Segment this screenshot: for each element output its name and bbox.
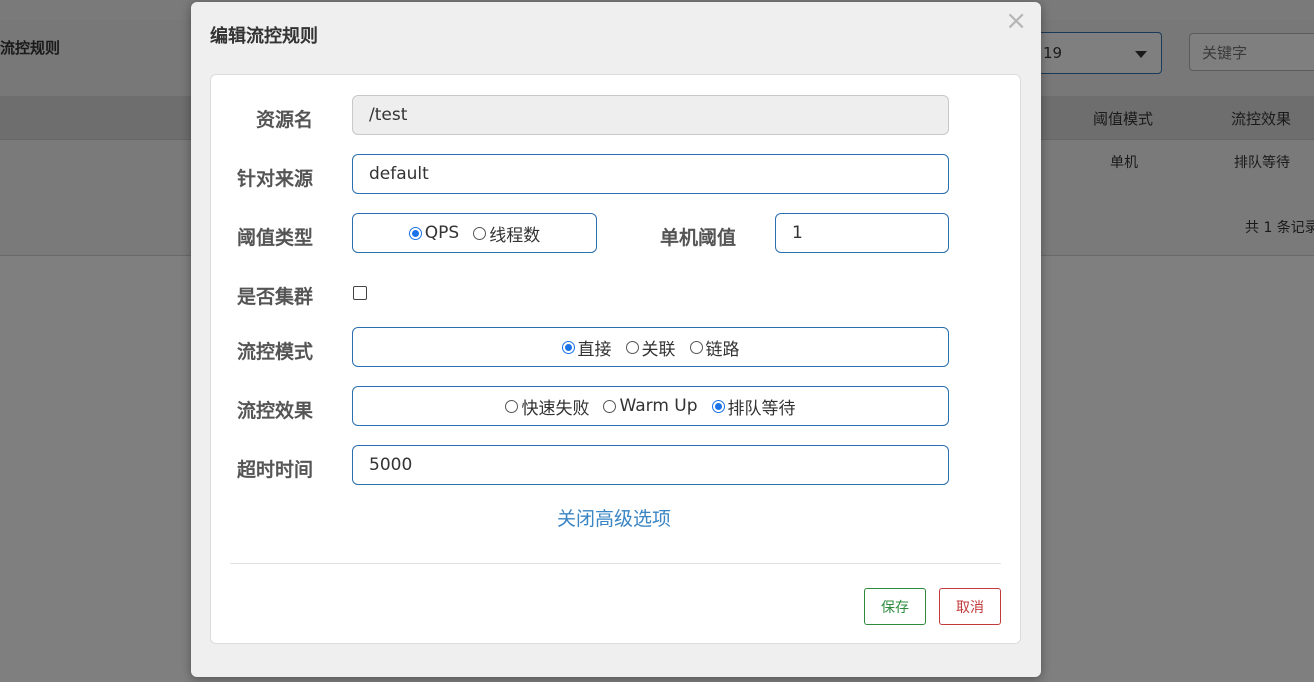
close-icon[interactable]: ×	[1005, 8, 1027, 34]
bg-app-select-value: 19	[1043, 44, 1063, 62]
radio-queue-wait-circle[interactable]	[711, 399, 725, 413]
radio-warm-up-circle[interactable]	[603, 399, 617, 413]
caret-down-icon	[1135, 51, 1147, 58]
cluster-checkbox[interactable]	[353, 286, 367, 300]
radio-thread-count-label: 线程数	[489, 225, 541, 246]
resource-label: 资源名	[256, 109, 314, 131]
dialog-title: 编辑流控规则	[210, 26, 318, 47]
bg-search-input[interactable]: 关键字	[1189, 33, 1314, 71]
radio-thread-count[interactable]: 线程数	[473, 221, 540, 246]
cancel-button[interactable]: 取消	[939, 588, 1001, 625]
radio-fast-fail[interactable]: 快速失败	[505, 394, 589, 419]
radio-queue-wait[interactable]: 排队等待	[711, 394, 796, 419]
radio-direct-circle[interactable]	[561, 340, 575, 354]
single-threshold-field[interactable]	[775, 213, 949, 253]
cluster-label: 是否集群	[237, 286, 314, 308]
bg-col-threshold-mode: 阈值模式	[1093, 110, 1154, 128]
radio-qps[interactable]: QPS	[408, 223, 460, 243]
radio-warm-up-label: Warm Up	[619, 396, 698, 416]
radio-chain[interactable]: 链路	[689, 335, 740, 360]
form-panel: 资源名 针对来源 阈值类型 QPS 线程数 单机阈值	[210, 74, 1021, 644]
radio-fast-fail-label: 快速失败	[521, 398, 590, 419]
bg-total-count: 共 1 条记录	[1245, 220, 1314, 236]
effect-label: 流控效果	[237, 400, 314, 422]
single-threshold-label: 单机阈值	[660, 227, 737, 249]
radio-qps-circle[interactable]	[408, 226, 422, 240]
radio-related[interactable]: 关联	[625, 335, 676, 360]
radio-related-label: 关联	[641, 339, 676, 360]
edit-flow-rule-dialog: 编辑流控规则 × 资源名 针对来源 阈值类型 QPS 线程数	[191, 2, 1041, 677]
radio-related-circle[interactable]	[625, 340, 639, 354]
radio-queue-wait-label: 排队等待	[727, 398, 796, 419]
bg-search-placeholder: 关键字	[1202, 44, 1248, 62]
source-label: 针对来源	[237, 168, 314, 190]
bg-app-select[interactable]: 19	[1030, 32, 1162, 74]
bg-cell-threshold-mode: 单机	[1110, 155, 1138, 171]
resource-field	[352, 95, 949, 135]
radio-warm-up[interactable]: Warm Up	[603, 396, 698, 416]
radio-thread-count-circle[interactable]	[473, 226, 487, 240]
threshold-type-group: QPS 线程数	[352, 213, 597, 253]
save-button[interactable]: 保存	[864, 588, 926, 625]
source-field[interactable]	[352, 154, 949, 194]
source-input[interactable]	[353, 155, 948, 193]
threshold-type-label: 阈值类型	[237, 227, 314, 249]
bg-cell-flow-effect: 排队等待	[1234, 155, 1290, 171]
radio-direct[interactable]: 直接	[561, 335, 612, 360]
radio-direct-label: 直接	[577, 339, 612, 360]
timeout-label: 超时时间	[237, 459, 314, 481]
radio-chain-label: 链路	[705, 339, 740, 360]
mode-group: 直接 关联 链路	[352, 327, 949, 367]
toggle-advanced-link[interactable]: 关闭高级选项	[557, 504, 671, 531]
mode-label: 流控模式	[237, 341, 314, 363]
divider	[230, 563, 1001, 564]
single-threshold-input[interactable]	[776, 214, 948, 252]
radio-fast-fail-circle[interactable]	[505, 399, 519, 413]
timeout-input[interactable]	[353, 446, 948, 484]
bg-col-flow-effect: 流控效果	[1231, 110, 1292, 128]
radio-qps-label: QPS	[424, 223, 460, 243]
bg-page-title: 流控规则	[0, 39, 61, 57]
effect-group: 快速失败 Warm Up 排队等待	[352, 386, 949, 426]
radio-chain-circle[interactable]	[689, 340, 703, 354]
timeout-field[interactable]	[352, 445, 949, 485]
resource-input	[353, 96, 948, 134]
